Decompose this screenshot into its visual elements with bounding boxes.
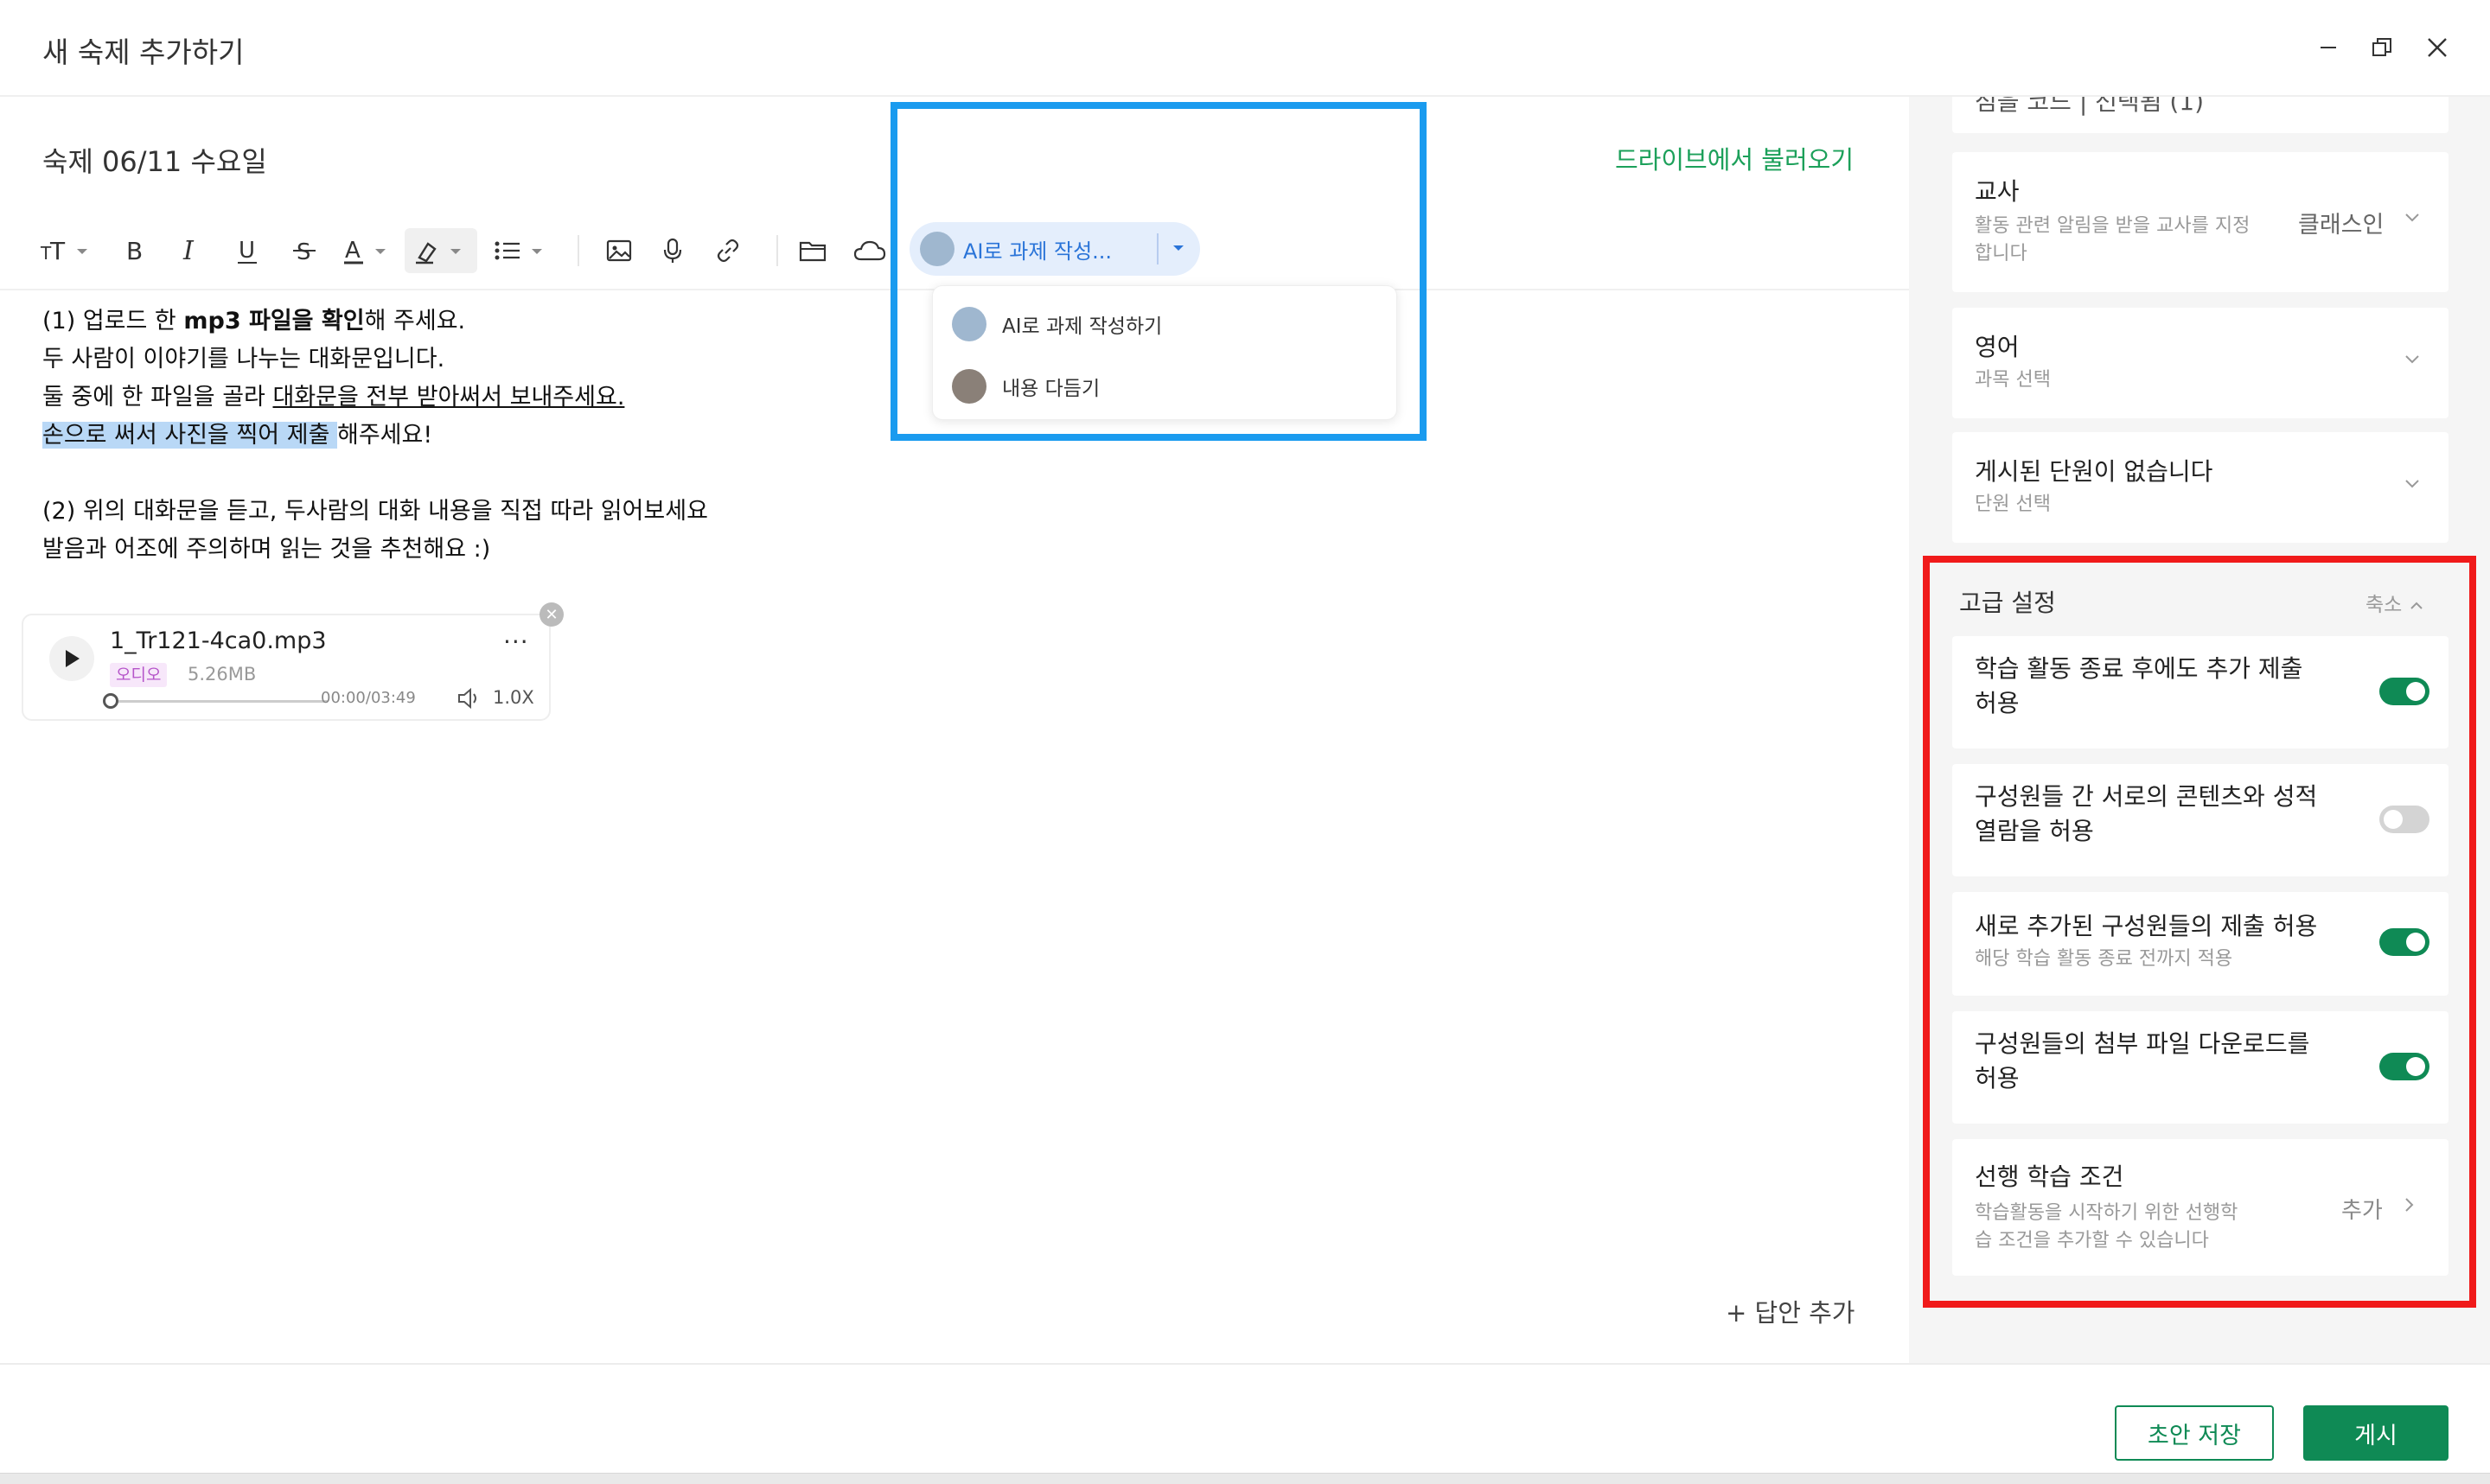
content-line: 둘 중에 한 파일을 골라 대화문을 전부 받아써서 보내주세요.: [42, 384, 625, 411]
remove-attachment-icon[interactable]: ✕: [540, 602, 564, 627]
assignment-content[interactable]: (1) 업로드 한 mp3 파일을 확인해 주세요. 두 사람이 이야기를 나누…: [42, 303, 708, 569]
chevron-down-icon: [2404, 353, 2421, 369]
svg-text:A: A: [345, 238, 361, 264]
content-line: 두 사람이 이야기를 나누는 대화문입니다.: [42, 346, 445, 373]
close-icon[interactable]: [2416, 26, 2459, 69]
content-line: (1) 업로드 한 mp3 파일을 확인해 주세요.: [42, 308, 466, 334]
chevron-down-icon: [2404, 211, 2421, 227]
minimize-icon[interactable]: [2307, 26, 2350, 69]
audio-file-name: 1_Tr121-4ca0.mp3: [110, 627, 327, 654]
italic-icon[interactable]: I: [173, 225, 208, 277]
content-line: 발음과 어조에 주의하며 읽는 것을 추천해요 :): [42, 536, 491, 563]
font-size-icon[interactable]: TT: [35, 225, 95, 277]
subject-description: 과목 선택: [1975, 369, 2051, 391]
link-icon[interactable]: [711, 225, 745, 277]
svg-text:S: S: [297, 239, 311, 265]
toolbar-divider: [578, 235, 579, 266]
content-line-empty: [42, 455, 708, 493]
audio-time: 00:00/03:49: [321, 689, 416, 707]
folder-icon[interactable]: [795, 225, 830, 277]
playback-speed[interactable]: 1.0X: [493, 687, 534, 708]
svg-text:T: T: [49, 237, 66, 265]
add-answer-button[interactable]: + 답안 추가: [1726, 1293, 1855, 1329]
unit-description: 단원 선택: [1975, 494, 2051, 515]
unit-title: 게시된 단원이 없습니다: [1975, 457, 2213, 486]
homework-title-input[interactable]: 숙제 06/11 수요일: [42, 140, 267, 180]
score-code-text: 점을 코드 | 선택됨 (1): [1975, 97, 2205, 116]
teacher-card[interactable]: 교사 활동 관련 알림을 받을 교사를 지정합니다 클래스인: [1952, 152, 2448, 292]
post-button[interactable]: 게시: [2303, 1405, 2448, 1461]
audio-attachment: 1_Tr121-4ca0.mp3 ··· 오디오 5.26MB 00:00/03…: [22, 614, 551, 721]
teacher-title: 교사: [1975, 177, 2020, 206]
window-bottom-edge: [0, 1473, 2490, 1484]
window-title: 새 숙제 추가하기: [42, 35, 245, 69]
bold-icon[interactable]: B: [118, 225, 152, 277]
svg-text:B: B: [126, 237, 143, 265]
image-icon[interactable]: [602, 225, 636, 277]
underline-icon[interactable]: U: [230, 225, 265, 277]
volume-icon[interactable]: [456, 686, 482, 714]
teacher-value: 클래스인: [2298, 212, 2385, 239]
content-line: 손으로 써서 사진을 찍어 제출 해주세요!: [42, 422, 433, 449]
content-line: (2) 위의 대화문을 듣고, 두사람의 대화 내용을 직접 따라 읽어보세요: [42, 498, 708, 525]
load-from-drive-link[interactable]: 드라이브에서 불러오기: [1615, 140, 1854, 176]
unit-card[interactable]: 게시된 단원이 없습니다 단원 선택: [1952, 432, 2448, 543]
selected-text: 손으로 써서 사진을 찍어 제출: [42, 422, 337, 449]
list-icon[interactable]: [491, 225, 553, 277]
highlight-box-blue: [891, 102, 1427, 441]
more-options-icon[interactable]: ···: [503, 627, 529, 656]
microphone-icon[interactable]: [655, 225, 690, 277]
audio-progress-handle[interactable]: [103, 693, 118, 709]
chevron-down-icon: [2404, 477, 2421, 494]
cloud-icon[interactable]: [851, 225, 889, 277]
teacher-description: 활동 관련 알림을 받을 교사를 지정합니다: [1975, 215, 2251, 264]
toolbar-divider: [776, 235, 778, 266]
subject-title: 영어: [1975, 333, 2020, 361]
audio-file-size: 5.26MB: [188, 664, 257, 685]
strikethrough-icon[interactable]: S: [287, 225, 322, 277]
restore-icon[interactable]: [2360, 26, 2404, 69]
highlight-box-red: [1923, 556, 2476, 1308]
audio-progress-track[interactable]: [110, 700, 328, 703]
subject-card[interactable]: 영어 과목 선택: [1952, 308, 2448, 418]
audio-type-badge: 오디오: [110, 663, 168, 687]
svg-text:U: U: [239, 238, 255, 264]
svg-text:I: I: [182, 236, 195, 266]
save-draft-button[interactable]: 초안 저장: [2115, 1405, 2274, 1461]
window-titlebar: 새 숙제 추가하기: [0, 0, 2490, 97]
score-code-card[interactable]: 점을 코드 | 선택됨 (1): [1952, 97, 2448, 133]
play-button[interactable]: [49, 636, 94, 681]
font-color-icon[interactable]: A: [341, 225, 393, 277]
highlight-color-icon[interactable]: [405, 228, 477, 273]
